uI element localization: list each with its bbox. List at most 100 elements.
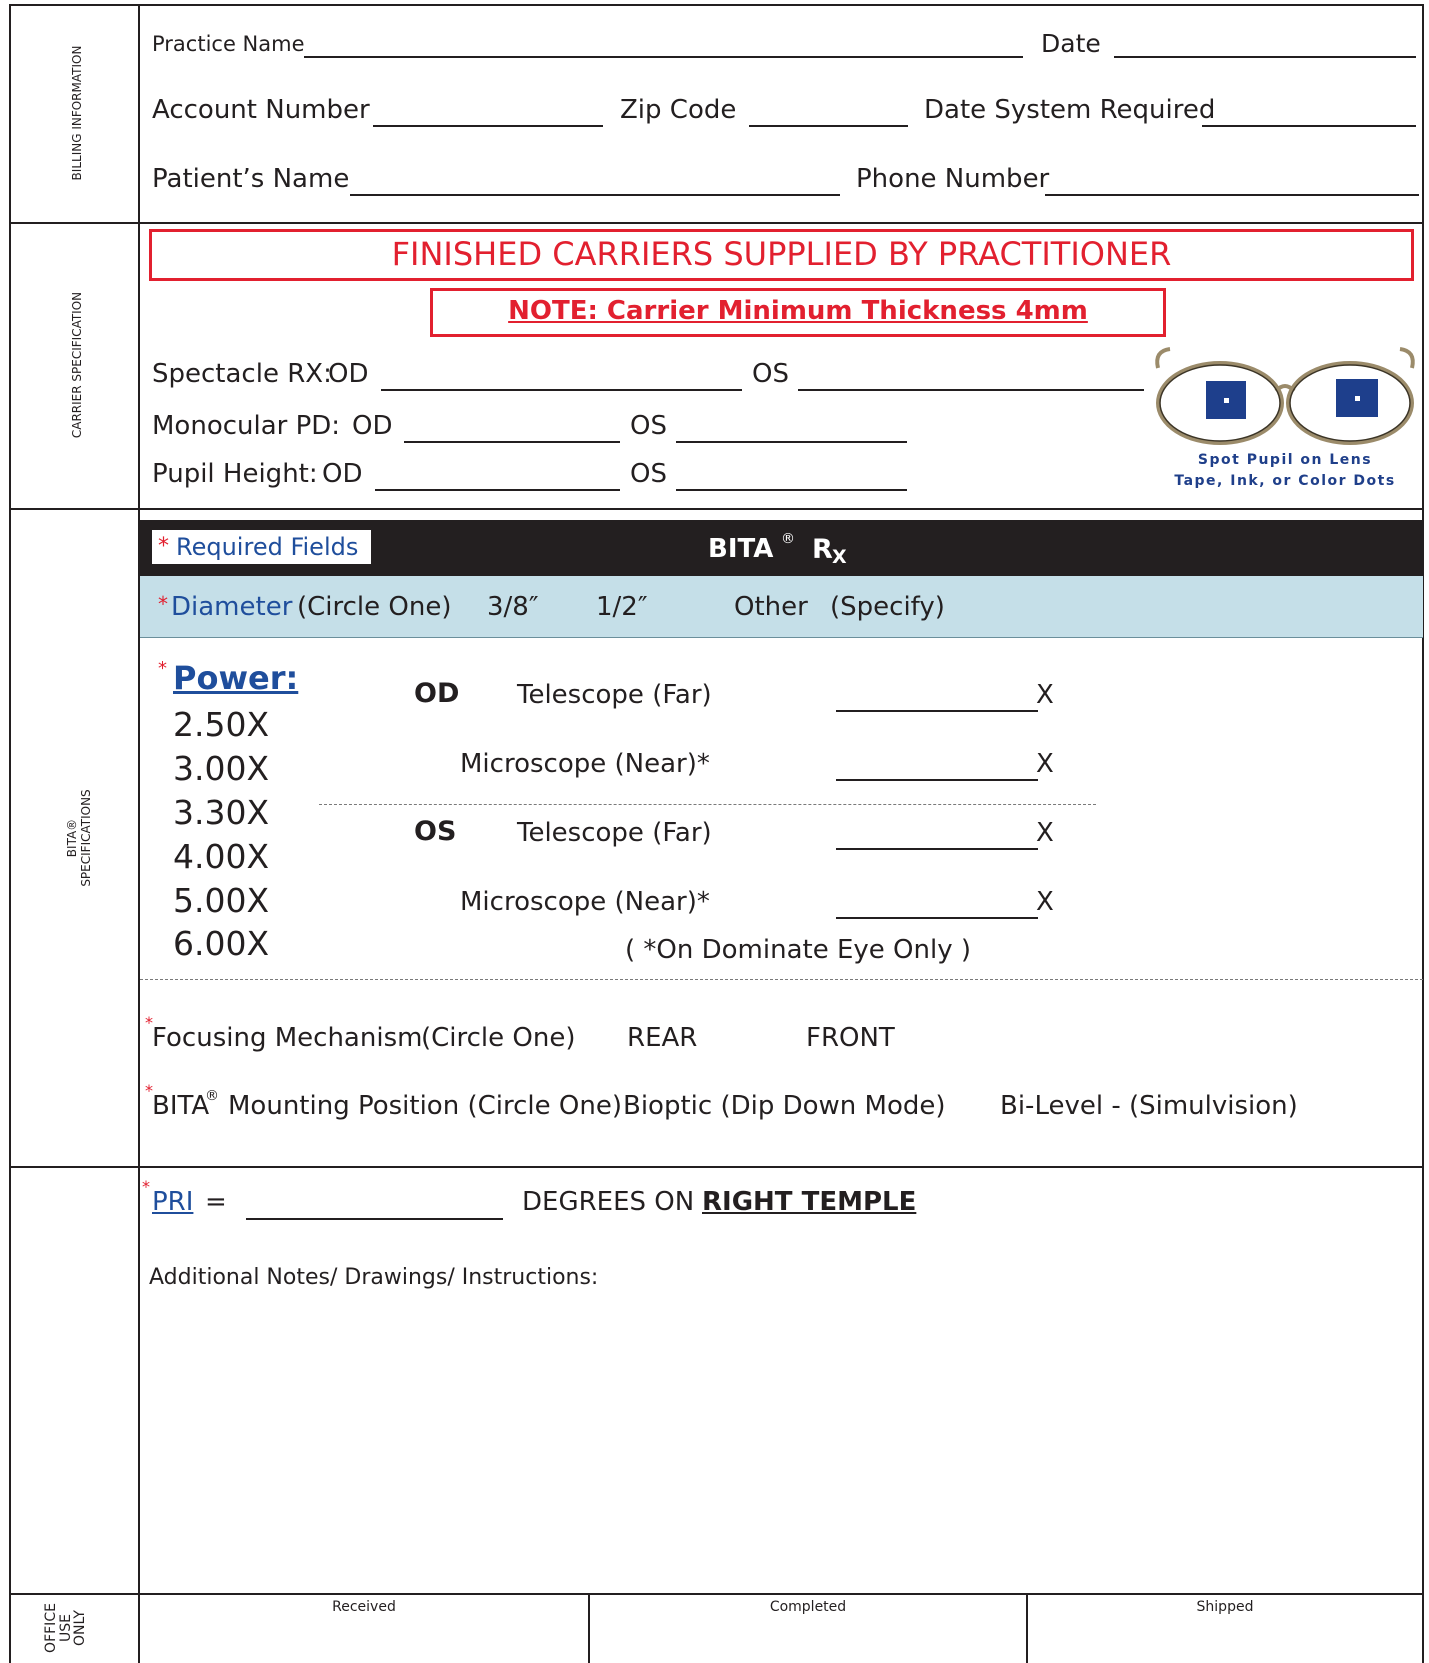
focusing-option-front[interactable]: FRONT [806, 1025, 895, 1051]
pupil-height-od-label: OD [322, 459, 363, 489]
od-telescope-field[interactable] [836, 710, 1038, 712]
section-divider-bita [9, 1166, 1424, 1168]
diameter-option-other[interactable]: Other [734, 594, 808, 620]
monocular-pd-od-label: OD [352, 411, 393, 441]
section-label-bita-line1: BITA® [65, 818, 80, 858]
pri-label[interactable]: PRI [152, 1189, 193, 1215]
zip-code-field[interactable] [749, 125, 908, 127]
bita-title-registered: ® [781, 531, 795, 547]
os-microscope-x: X [1036, 887, 1054, 917]
frame-left-border [9, 4, 11, 1663]
required-fields-label: Required Fields [176, 533, 359, 561]
diameter-specify: (Specify) [830, 592, 945, 622]
power-option-5[interactable]: 5.00X [173, 884, 269, 917]
date-label: Date [1041, 29, 1101, 58]
label-column-divider [138, 4, 140, 1663]
power-option-4[interactable]: 4.00X [173, 840, 269, 873]
os-telescope-x: X [1036, 818, 1054, 848]
section-label-carrier: CARRIER SPECIFICATION [70, 291, 85, 439]
pupil-height-od-field[interactable] [375, 489, 620, 491]
os-microscope-field[interactable] [836, 917, 1038, 919]
diameter-option-3-8[interactable]: 3/8″ [487, 594, 539, 620]
mounting-position-label: Mounting Position (Circle One) [228, 1091, 622, 1121]
mounting-bita-registered: ® [205, 1088, 219, 1104]
section-label-bita-line2: SPECIFICATIONS [79, 789, 93, 887]
practice-name-field[interactable] [304, 56, 1023, 58]
section-label-bita: BITA® SPECIFICATIONS [65, 789, 94, 887]
glasses-illustration [1155, 347, 1415, 445]
pri-degrees-on: DEGREES ON [522, 1187, 695, 1217]
diameter-circle-one: (Circle One) [297, 592, 452, 622]
phone-number-field[interactable] [1045, 194, 1419, 196]
bita-rx-r: R [812, 534, 833, 565]
additional-notes-label: Additional Notes/ Drawings/ Instructions… [149, 1265, 599, 1290]
patients-name-label: Patient’s Name [152, 164, 350, 194]
section-divider-carrier [9, 508, 1424, 510]
power-option-2[interactable]: 3.00X [173, 752, 269, 785]
finished-carriers-text: FINISHED CARRIERS SUPPLIED BY PRACTITION… [391, 235, 1172, 273]
monocular-pd-label: Monocular PD: [152, 411, 341, 441]
date-system-required-label: Date System Required [924, 95, 1216, 125]
pupil-height-os-field[interactable] [676, 489, 907, 491]
practice-name-label: Practice Name [152, 32, 305, 56]
monocular-pd-os-field[interactable] [676, 441, 907, 443]
diameter-option-1-2[interactable]: 1/2″ [596, 594, 648, 620]
patients-name-field[interactable] [350, 194, 840, 196]
spectacle-rx-label: Spectacle RX: [152, 359, 332, 389]
od-microscope-x: X [1036, 749, 1054, 779]
monocular-pd-os-label: OS [630, 411, 667, 441]
section-label-office: OFFICE USE ONLY [42, 1603, 89, 1653]
pupil-height-os-label: OS [630, 459, 667, 489]
focusing-option-rear[interactable]: REAR [627, 1025, 697, 1051]
dominate-eye-note: ( *On Dominate Eye Only ) [625, 935, 971, 965]
mounting-option-bilevel[interactable]: Bi-Level - (Simulvision) [1000, 1093, 1298, 1119]
note-text: NOTE: Carrier Minimum Thickness 4mm [508, 296, 1088, 326]
spot-pupil-line2: Tape, Ink, or Color Dots [1174, 473, 1396, 489]
spectacle-rx-od-field[interactable] [381, 389, 742, 391]
power-option-3[interactable]: 3.30X [173, 796, 269, 829]
section-label-office-line3: ONLY [72, 1610, 89, 1646]
power-option-1[interactable]: 2.50X [173, 708, 269, 741]
pri-field[interactable] [246, 1218, 503, 1220]
od-microscope-label: Microscope (Near)* [460, 749, 710, 779]
office-completed-label: Completed [769, 1599, 847, 1615]
od-microscope-field[interactable] [836, 779, 1038, 781]
power-section-divider [140, 979, 1423, 980]
zip-code-label: Zip Code [620, 95, 737, 125]
spectacle-rx-os-field[interactable] [798, 389, 1144, 391]
spectacle-rx-os-label: OS [752, 359, 789, 389]
account-number-field[interactable] [373, 125, 603, 127]
account-number-label: Account Number [152, 95, 370, 125]
additional-notes-area[interactable] [145, 1300, 1415, 1585]
os-microscope-label: Microscope (Near)* [460, 887, 710, 917]
pri-star: * [142, 1177, 150, 1196]
monocular-pd-od-field[interactable] [404, 441, 620, 443]
od-eye-label: OD [414, 678, 460, 709]
power-option-6[interactable]: 6.00X [173, 927, 269, 960]
diameter-label: Diameter [171, 592, 293, 622]
frame-right-border [1422, 4, 1424, 1663]
od-telescope-label: Telescope (Far) [517, 680, 712, 710]
required-fields-star: * [158, 534, 169, 559]
power-star: * [158, 658, 167, 679]
od-telescope-x: X [1036, 680, 1054, 710]
office-shipped-label: Shipped [1196, 1599, 1254, 1615]
power-label: Power: [173, 659, 299, 697]
os-telescope-label: Telescope (Far) [517, 818, 712, 848]
spot-pupil-line1: Spot Pupil on Lens [1197, 452, 1373, 468]
date-field[interactable] [1114, 56, 1416, 58]
bita-rx-x: X [832, 546, 847, 568]
pri-right-temple: RIGHT TEMPLE [702, 1187, 917, 1217]
section-label-office-line1: OFFICE [42, 1603, 59, 1653]
bita-title: BITA [708, 534, 774, 564]
section-divider-billing [9, 222, 1424, 224]
section-label-billing: BILLING INFORMATION [70, 45, 85, 181]
section-divider-office [9, 1593, 1424, 1595]
diameter-star: * [158, 592, 168, 616]
date-system-required-field[interactable] [1202, 125, 1416, 127]
office-received-label: Received [332, 1599, 396, 1615]
mounting-bita-label: BITA [152, 1091, 210, 1121]
section-label-office-line2: USE [57, 1614, 74, 1642]
os-telescope-field[interactable] [836, 848, 1038, 850]
mounting-option-bioptic[interactable]: Bioptic (Dip Down Mode) [623, 1093, 946, 1119]
